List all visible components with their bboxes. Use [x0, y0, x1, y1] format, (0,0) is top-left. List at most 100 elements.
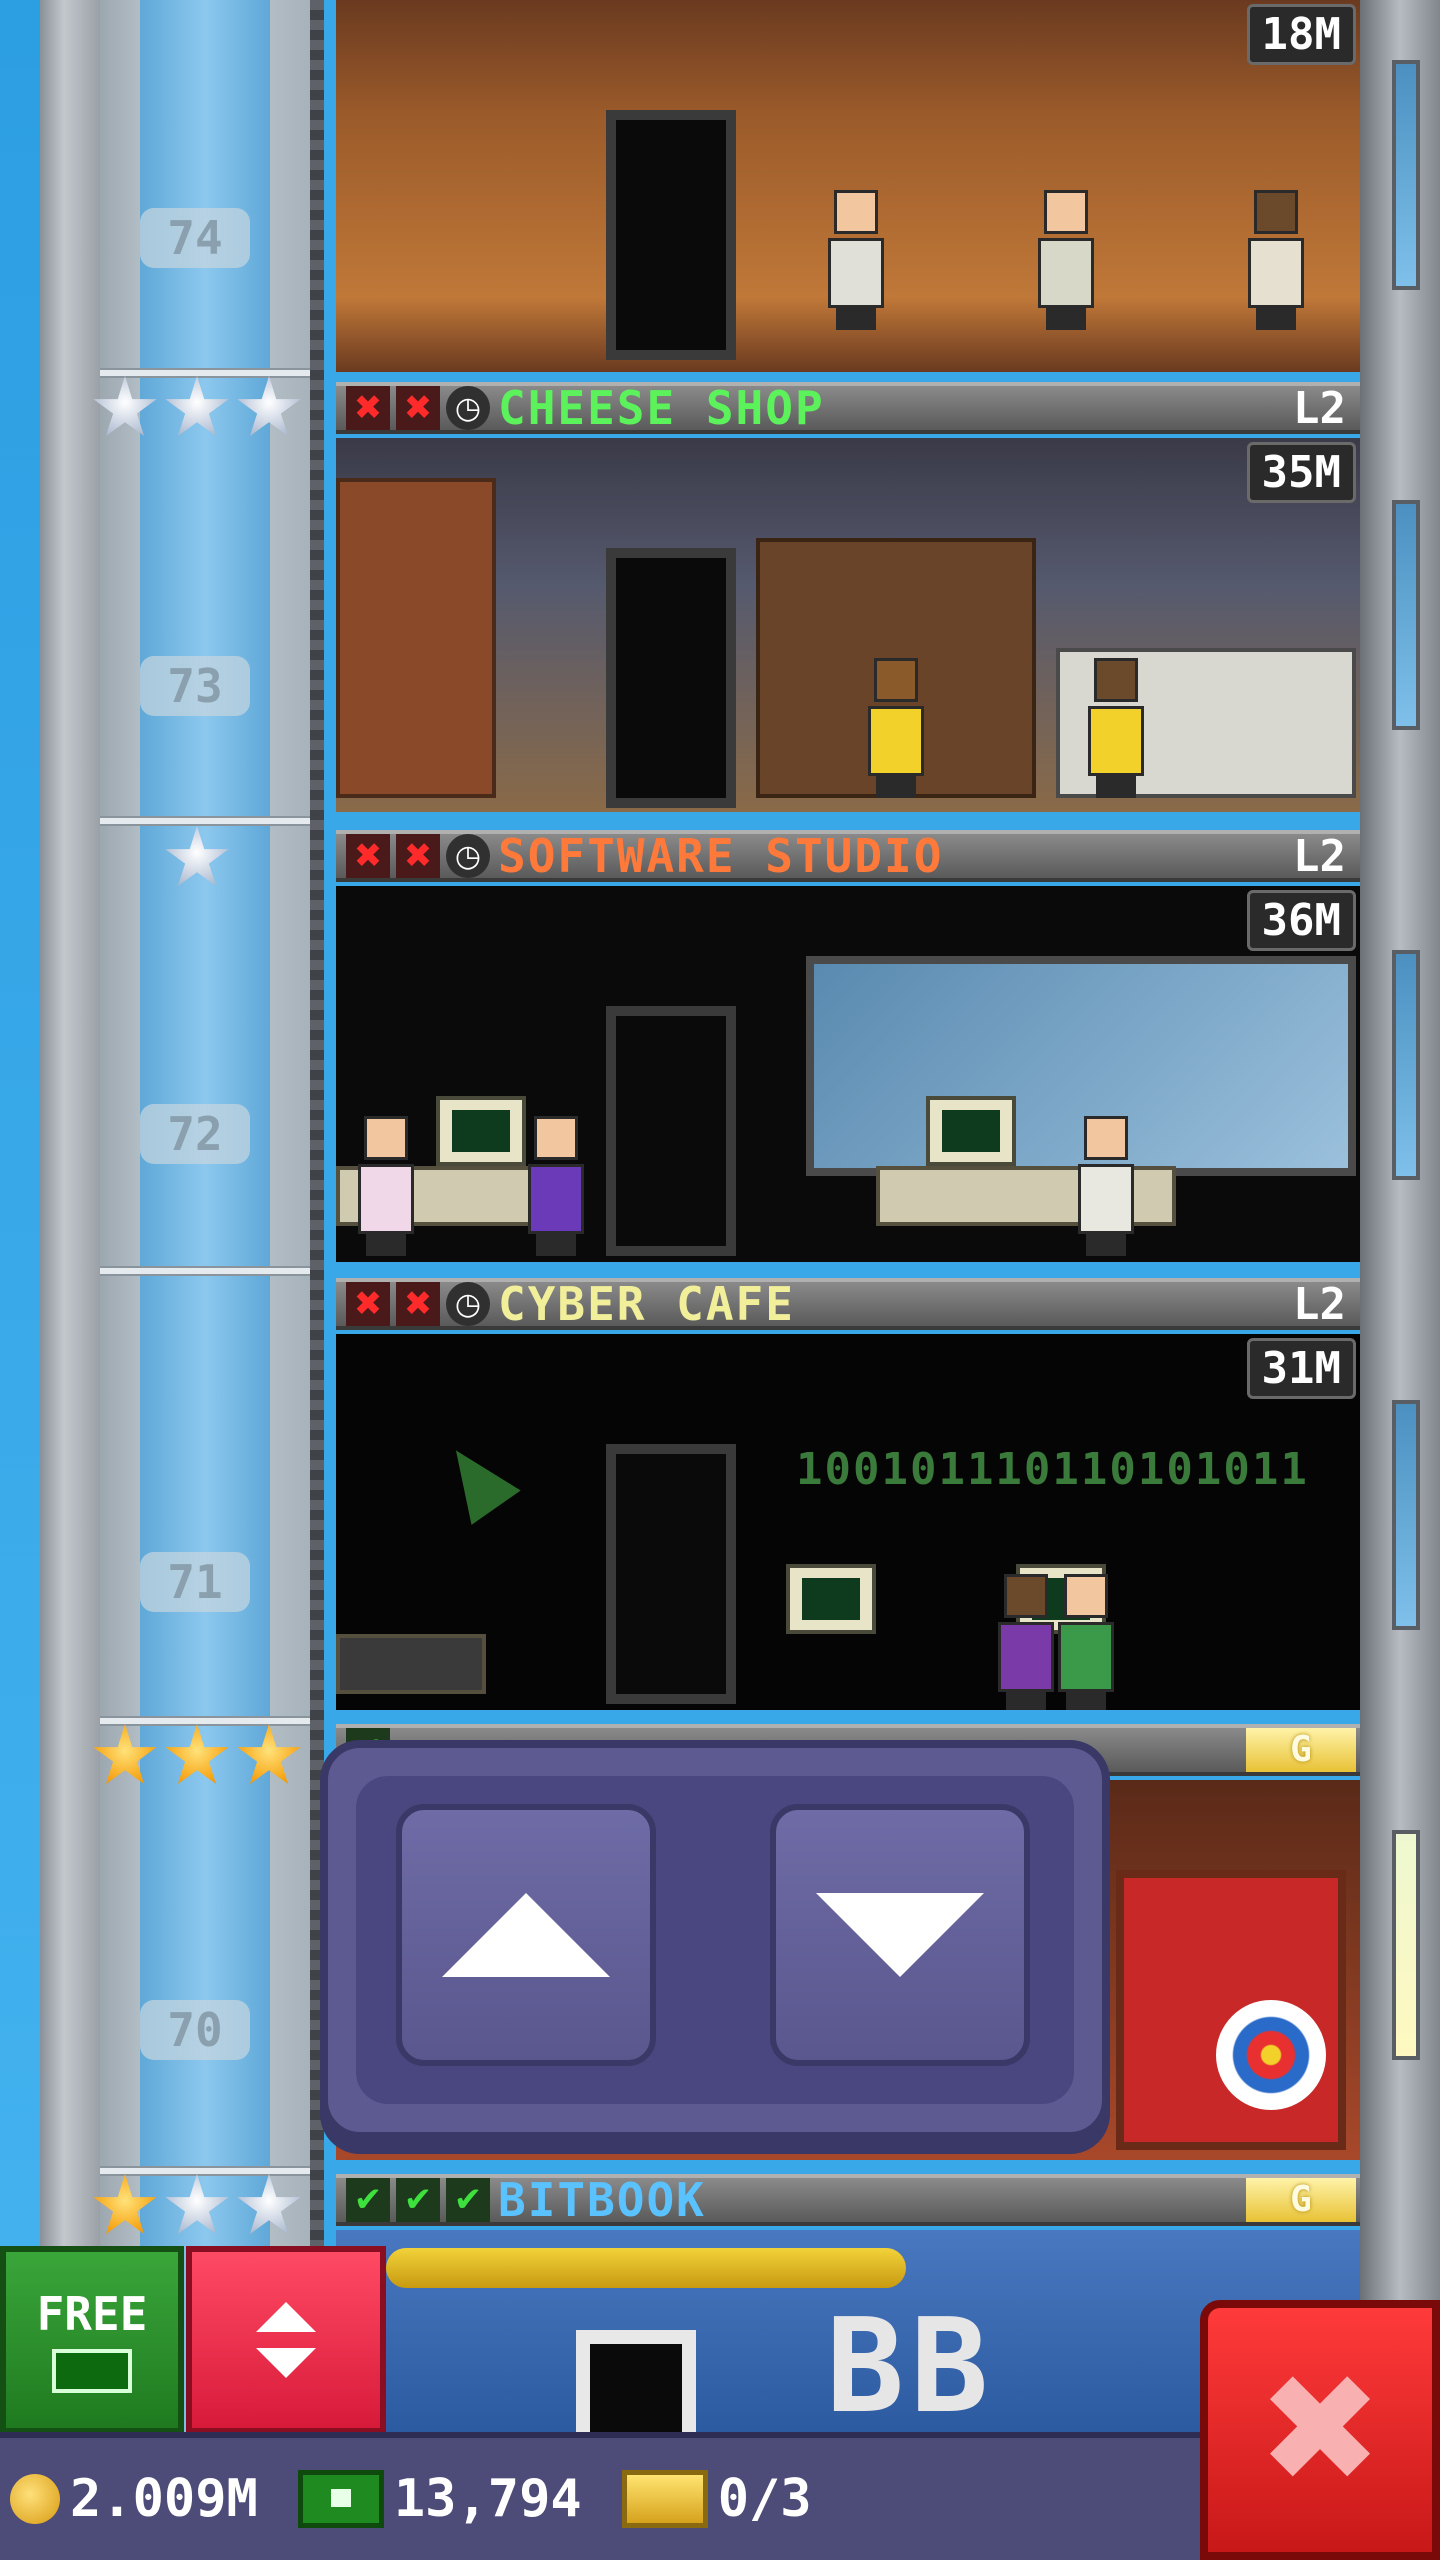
star-silver-icon	[237, 376, 301, 437]
star-silver-icon	[165, 826, 229, 887]
bux-amount: 13,794	[393, 2469, 582, 2529]
room-header-software-studio[interactable]: ✖ ✖ ◷ SOFTWARE STUDIO L2	[336, 829, 1360, 883]
star-gold-icon	[237, 1724, 301, 1785]
bux-icon	[52, 2349, 132, 2393]
star-gold-icon	[93, 1724, 157, 1785]
stock-empty-icon: ✖	[396, 834, 440, 878]
elevator-control-panel	[320, 1740, 1110, 2140]
room-door	[606, 548, 736, 808]
arrow-down-icon	[816, 1893, 984, 1977]
star-silver-icon	[237, 2174, 301, 2235]
clock-icon: ◷	[446, 386, 490, 430]
bux-icon	[297, 2470, 384, 2528]
star-silver-icon	[165, 376, 229, 437]
room-cheese-shop[interactable]: 35M	[336, 438, 1360, 812]
room-door	[576, 2330, 696, 2435]
star-rating	[92, 1724, 302, 1794]
cursor-decoration-icon	[431, 1433, 521, 1525]
star-silver-icon	[93, 376, 157, 437]
floor-number-72: 72	[140, 1104, 250, 1164]
room-header-bitbook[interactable]: ✔ ✔ ✔ BITBOOK G	[336, 2173, 1360, 2227]
floor-number-73: 73	[140, 656, 250, 716]
target-icon	[1216, 2000, 1326, 2110]
floor-number-70: 70	[140, 2000, 250, 2060]
room-header-cheese-shop[interactable]: ✖ ✖ ◷ CHEESE SHOP L2	[336, 381, 1360, 435]
cheese-shelf	[336, 478, 496, 798]
computer-monitor	[436, 1096, 526, 1166]
star-rating	[164, 826, 230, 896]
coin-icon	[10, 2474, 60, 2524]
clock-icon: ◷	[446, 834, 490, 878]
star-gold-icon	[165, 1724, 229, 1785]
room-price-tag: 36M	[1246, 890, 1356, 951]
room-name: BITBOOK	[498, 2173, 706, 2227]
computer-monitor	[926, 1096, 1016, 1166]
binary-wall-text: 100101110110101011	[796, 1444, 1309, 1495]
room-price-tag: 31M	[1246, 1338, 1356, 1399]
stock-full-icon: ✔	[446, 2178, 490, 2222]
room-name: SOFTWARE STUDIO	[498, 829, 944, 883]
room-name: CHEESE SHOP	[498, 381, 825, 435]
computer-monitor	[786, 1564, 876, 1634]
gold-badge: G	[1246, 2178, 1356, 2222]
stock-empty-icon: ✖	[396, 1282, 440, 1326]
room-software-studio[interactable]: 36M	[336, 886, 1360, 1262]
stock-empty-icon: ✖	[346, 834, 390, 878]
room-name: CYBER CAFE	[498, 1277, 795, 1331]
arrow-up-icon	[442, 1893, 610, 1977]
stock-empty-icon: ✖	[346, 1282, 390, 1326]
room-door	[606, 1006, 736, 1256]
elevator-mode-button[interactable]	[186, 2246, 386, 2434]
red-lockers	[1116, 1870, 1346, 2150]
room-level: L2	[1293, 382, 1346, 434]
side-window	[1392, 1400, 1420, 1630]
golden-ticket-icon	[621, 2470, 708, 2528]
floor-divider	[100, 1266, 310, 1276]
arrow-down-icon	[256, 2348, 316, 2378]
customer-figure	[996, 1574, 1056, 1710]
elevator-down-button[interactable]	[770, 1804, 1030, 2066]
worker-figure	[1076, 1116, 1136, 1256]
close-icon: ✖	[1257, 2343, 1383, 2517]
floor-divider	[100, 816, 310, 826]
room-door	[606, 110, 736, 360]
side-window	[1392, 500, 1420, 730]
room-level: L2	[1293, 830, 1346, 882]
customer-figure	[1036, 190, 1096, 330]
room-level: L2	[1293, 1278, 1346, 1330]
currency-bar: 2.009M 13,794 0/3	[0, 2432, 1200, 2560]
tower-frame-left	[40, 0, 100, 2560]
stock-full-icon: ✔	[396, 2178, 440, 2222]
shaft-rail	[310, 0, 324, 2560]
clock-icon: ◷	[446, 1282, 490, 1326]
side-window-lit	[1392, 1830, 1420, 2060]
star-gold-icon	[93, 2174, 157, 2235]
customer-figure	[826, 190, 886, 330]
star-rating	[92, 376, 302, 446]
bitbook-sign: BB	[826, 2290, 995, 2435]
worker-figure	[356, 1116, 416, 1256]
room-header-cyber-cafe[interactable]: ✖ ✖ ◷ CYBER CAFE L2	[336, 1277, 1360, 1331]
elevator-up-button[interactable]	[396, 1804, 656, 2066]
ticket-count: 0/3	[717, 2469, 812, 2529]
stock-empty-icon: ✖	[396, 386, 440, 430]
floor-number-71: 71	[140, 1552, 250, 1612]
worker-figure	[526, 1116, 586, 1256]
star-silver-icon	[165, 2174, 229, 2235]
floor-number-74: 74	[140, 208, 250, 268]
close-button[interactable]: ✖	[1200, 2300, 1440, 2560]
side-window	[1392, 60, 1420, 290]
room-cyber-cafe[interactable]: 31M 100101110110101011	[336, 1334, 1360, 1710]
free-bux-button[interactable]: FREE	[0, 2246, 184, 2434]
stock-empty-icon: ✖	[346, 386, 390, 430]
star-rating	[92, 2174, 302, 2244]
yellow-pipe	[386, 2248, 906, 2288]
room-door	[606, 1444, 736, 1704]
room-price-tag: 35M	[1246, 442, 1356, 503]
free-label: FREE	[36, 2287, 148, 2341]
room-floor-74[interactable]: 18M	[336, 0, 1360, 372]
customer-figure	[1246, 190, 1306, 330]
side-window	[1392, 950, 1420, 1180]
gold-badge: G	[1246, 1728, 1356, 1772]
sky-background	[0, 0, 40, 2560]
